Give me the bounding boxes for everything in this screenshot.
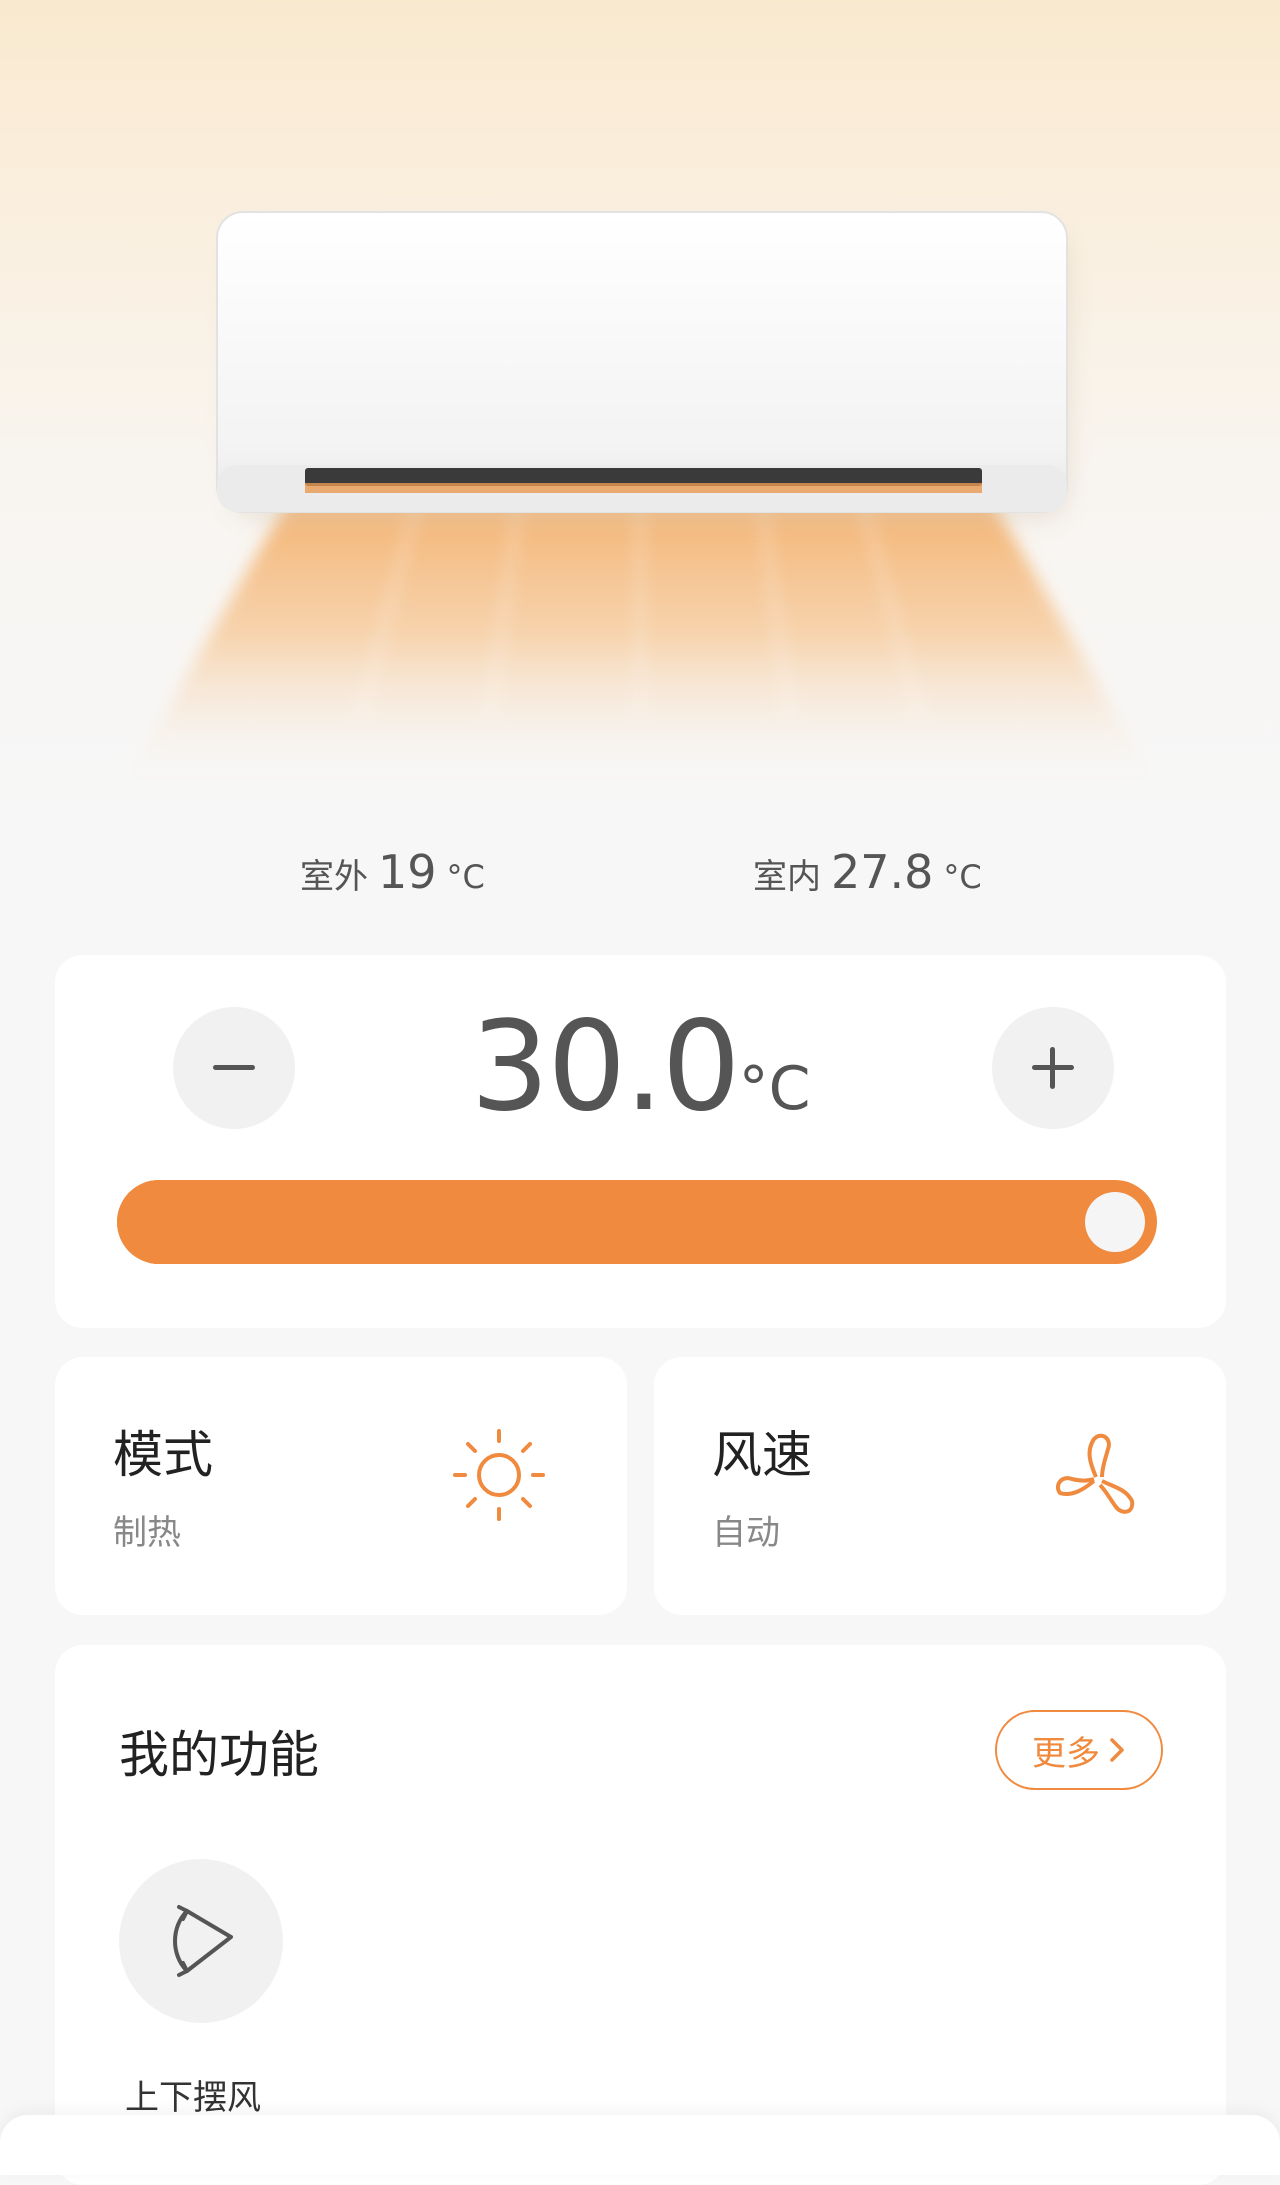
my-functions-card: 我的功能 更多 上下摆风 bbox=[55, 1645, 1226, 2185]
bottom-sheet[interactable] bbox=[0, 2115, 1280, 2175]
indoor-unit: °C bbox=[943, 858, 982, 896]
air-conditioner-illustration bbox=[120, 211, 1160, 790]
mode-value: 制热 bbox=[113, 1513, 181, 1553]
fan-value: 自动 bbox=[712, 1513, 780, 1553]
fan-speed-card[interactable]: 风速 自动 bbox=[654, 1357, 1226, 1615]
function-vertical-swing-label: 上下摆风 bbox=[125, 2078, 261, 2118]
sun-icon bbox=[453, 1429, 545, 1521]
more-button[interactable]: 更多 bbox=[995, 1710, 1163, 1790]
more-button-label: 更多 bbox=[1032, 1733, 1100, 1774]
chevron-right-icon bbox=[1110, 1738, 1124, 1762]
vertical-swing-icon bbox=[173, 1905, 233, 1977]
indoor-label: 室内 bbox=[753, 857, 821, 897]
temperature-card: 30.0°C bbox=[55, 955, 1226, 1328]
outdoor-value: 19 bbox=[378, 845, 437, 899]
environment-readings: 室外 19 °C 室内 27.8 °C bbox=[0, 845, 1280, 905]
mode-title: 模式 bbox=[113, 1426, 213, 1484]
outdoor-temperature: 室外 19 °C bbox=[300, 845, 485, 899]
setpoint-value: 30.0 bbox=[470, 995, 741, 1139]
hero-banner bbox=[0, 0, 1280, 820]
outdoor-unit: °C bbox=[446, 858, 485, 896]
increase-temperature-button[interactable] bbox=[992, 1007, 1114, 1129]
functions-title: 我的功能 bbox=[119, 1726, 319, 1784]
function-vertical-swing-button[interactable] bbox=[119, 1859, 283, 2023]
temperature-slider-knob[interactable] bbox=[1085, 1192, 1145, 1252]
fan-title: 风速 bbox=[712, 1426, 812, 1484]
fan-icon bbox=[1055, 1433, 1135, 1514]
mode-card[interactable]: 模式 制热 bbox=[55, 1357, 627, 1615]
temperature-slider-fill bbox=[117, 1180, 1115, 1264]
outdoor-label: 室外 bbox=[300, 857, 368, 897]
indoor-value: 27.8 bbox=[831, 845, 934, 899]
setpoint-unit: °C bbox=[738, 1054, 811, 1124]
indoor-temperature: 室内 27.8 °C bbox=[753, 845, 982, 899]
temperature-slider[interactable] bbox=[117, 1180, 1157, 1264]
